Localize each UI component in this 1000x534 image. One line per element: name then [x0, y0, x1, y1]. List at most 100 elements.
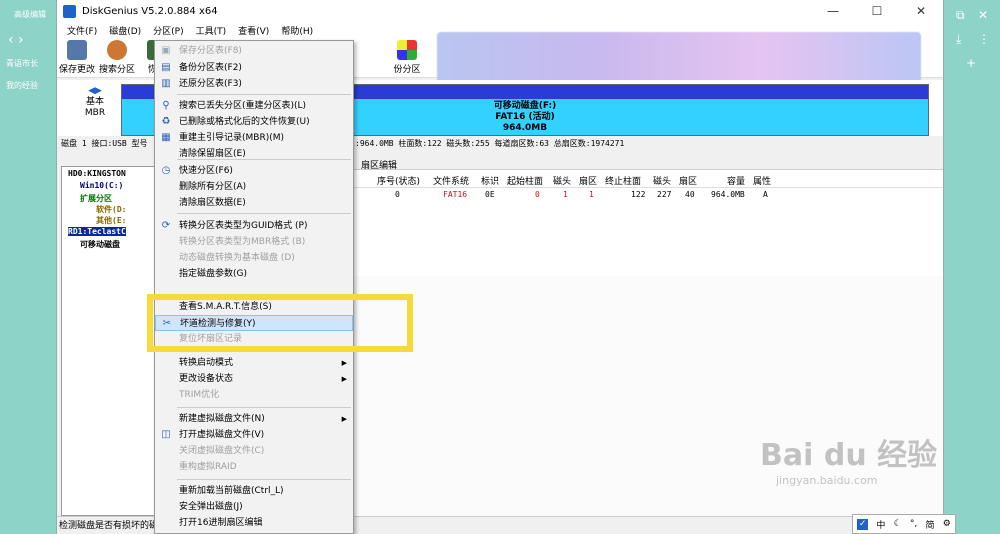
tree-software[interactable]: 软件(D:	[96, 204, 126, 215]
app-icon	[63, 4, 76, 18]
disk-info-right: :964.0MB 柱面数:122 磁头数:255 每道扇区数:63 总扇区数:1…	[355, 139, 625, 148]
context-menu-item: 动态磁盘转换为基本磁盘 (D)	[155, 250, 353, 266]
context-menu-item[interactable]: 重建主引导记录(MBR)(M) ▦	[155, 130, 353, 146]
menu-item-label: 重构虚拟RAID	[179, 462, 237, 472]
backup-partition-button[interactable]: 份分区	[389, 40, 425, 75]
context-menu-item[interactable]: 新建虚拟磁盘文件(N) ▶	[155, 411, 353, 427]
more-icon[interactable]: ⋮	[978, 32, 990, 46]
menu-item-label: TRIM优化	[179, 390, 220, 400]
disk-mode-basic: 基本	[85, 97, 104, 107]
quick-partition-icon: ◷	[161, 165, 171, 176]
bookmark-item[interactable]: 我的经验	[6, 80, 38, 91]
mbr-icon: ▦	[161, 132, 171, 143]
menu-item-label: 更改设备状态	[179, 374, 234, 384]
col-start-cyl: 起始柱面	[507, 177, 544, 187]
punct-icon[interactable]: °,	[910, 519, 917, 529]
menu-help[interactable]: 帮助(H)	[275, 24, 319, 37]
menu-disk[interactable]: 磁盘(D)	[103, 24, 147, 37]
menu-item-label: 转换分区表类型为MBR格式 (B)	[179, 237, 306, 247]
menu-item-label: 打开16进制扇区编辑	[179, 518, 263, 528]
restore-icon: ▥	[161, 78, 171, 89]
baidu-watermark: Bai du 经验 jingyan.baidu.com	[760, 430, 937, 487]
col-head: 磁头	[553, 177, 572, 187]
tree-hd0[interactable]: HD0:KINGSTON	[68, 169, 126, 178]
context-menu-item[interactable]: 重新加载当前磁盘(Ctrl_L)	[155, 483, 353, 499]
watermark-sub: jingyan.baidu.com	[776, 474, 878, 487]
tree-extended[interactable]: 扩展分区	[80, 193, 112, 204]
menu-item-label: 指定磁盘参数(G)	[179, 269, 247, 279]
menu-separator	[177, 479, 351, 480]
search-label: 搜索分区	[99, 65, 136, 75]
tree-rd1[interactable]: RD1:TeclastC	[68, 227, 126, 236]
context-menu-item[interactable]: 更改设备状态 ▶	[155, 371, 353, 387]
recover-icon: ♻	[161, 116, 171, 127]
menu-item-label: 安全弹出磁盘(J)	[179, 502, 243, 512]
context-menu-item: 转换分区表类型为MBR格式 (B)	[155, 234, 353, 250]
browser-tab[interactable]: 高级编辑	[14, 9, 46, 20]
context-menu-item[interactable]: 转换分区表类型为GUID格式 (P) ⟳	[155, 218, 353, 234]
disk-mode: ◀▶ 基本 MBR	[75, 86, 115, 119]
backup-icon: ▤	[161, 62, 171, 73]
menu-item-label: 动态磁盘转换为基本磁盘 (D)	[179, 253, 295, 263]
copy-icon[interactable]: ⧉	[956, 8, 965, 23]
context-menu-item[interactable]: 打开虚拟磁盘文件(V) ◫	[155, 427, 353, 443]
browser-right-strip: ⧉ ✕ ⤓ ⋮ +	[944, 0, 1000, 534]
watermark-main: Bai du 经验	[760, 438, 938, 473]
col-sector2: 扇区	[679, 177, 698, 187]
back-forward-icon[interactable]: ‹ ›	[8, 32, 24, 48]
menu-item-label: 转换分区表类型为GUID格式 (P)	[179, 221, 308, 231]
tree-other[interactable]: 其他(E:	[96, 215, 126, 226]
menu-item-label: 删除所有分区(A)	[179, 182, 247, 192]
tree-win10[interactable]: Win10(C:)	[80, 181, 123, 190]
menu-tools[interactable]: 工具(T)	[190, 24, 233, 37]
tab-sector-edit[interactable]: 扇区编辑	[361, 158, 397, 171]
menu-item-label: 备份分区表(F2)	[179, 63, 242, 73]
col-capacity: 容量	[727, 177, 746, 187]
context-menu-item[interactable]: 安全弹出磁盘(J)	[155, 499, 353, 515]
col-id: 标识	[481, 177, 500, 187]
tree-removable[interactable]: 可移动磁盘	[80, 239, 120, 250]
status-text: 检测磁盘是否有损坏的磁	[59, 521, 159, 531]
context-menu-item[interactable]: 清除保留扇区(E)	[155, 146, 353, 162]
plus-icon[interactable]: +	[966, 56, 976, 70]
context-menu-item: 关闭虚拟磁盘文件(C)	[155, 443, 353, 459]
close-icon[interactable]: ✕	[978, 8, 988, 22]
context-menu-item: 保存分区表(F8) ▣	[155, 43, 353, 59]
submenu-arrow-icon: ▶	[341, 415, 347, 423]
menu-view[interactable]: 查看(V)	[232, 24, 275, 37]
cell-head2: 227	[657, 190, 672, 199]
context-menu-item[interactable]: 还原分区表(F3) ▥	[155, 76, 353, 92]
moon-icon[interactable]: ☾	[894, 519, 902, 529]
context-menu-item[interactable]: 指定磁盘参数(G)	[155, 266, 353, 282]
cell-end-cyl: 122	[631, 190, 646, 199]
context-menu-item[interactable]: 备份分区表(F2) ▤	[155, 60, 353, 76]
search-partition-button[interactable]: 搜索分区	[99, 40, 135, 75]
download-icon[interactable]: ⤓	[956, 32, 961, 47]
highlight-box	[147, 294, 413, 352]
convert-icon: ⟳	[161, 220, 171, 231]
close-button[interactable]: ✕	[899, 4, 943, 18]
check-icon[interactable]: ✓	[857, 518, 869, 530]
menu-item-label: 转换启动模式	[179, 358, 234, 368]
menu-separator	[177, 407, 351, 408]
context-menu-item[interactable]: 打开16进制扇区编辑	[155, 515, 353, 531]
cell-capacity: 964.0MB	[711, 190, 745, 199]
ime-mode[interactable]: 中	[876, 518, 885, 531]
gear-icon[interactable]: ⚙	[943, 519, 951, 529]
nav-arrows-icon[interactable]: ◀▶	[75, 86, 115, 97]
menu-partition[interactable]: 分区(P)	[147, 24, 189, 37]
menu-item-label: 新建虚拟磁盘文件(N)	[179, 414, 265, 424]
context-menu-item[interactable]: 删除所有分区(A)	[155, 179, 353, 195]
context-menu-item[interactable]: 搜索已丢失分区(重建分区表)(L) ⚲	[155, 98, 353, 114]
simplified-label[interactable]: 简	[926, 518, 935, 531]
context-menu-item[interactable]: 转换启动模式 ▶	[155, 355, 353, 371]
maximize-button[interactable]: ☐	[855, 4, 899, 18]
bookmark-item[interactable]: 青语市长	[6, 58, 38, 69]
save-button[interactable]: 保存更改	[59, 40, 95, 75]
context-menu-item[interactable]: 清除扇区数据(E)	[155, 195, 353, 211]
minimize-button[interactable]: —	[811, 4, 855, 18]
context-menu-item[interactable]: 已删除或格式化后的文件恢复(U) ♻	[155, 114, 353, 130]
menu-item-label: 重建主引导记录(MBR)(M)	[179, 133, 285, 143]
menu-file[interactable]: 文件(F)	[61, 24, 103, 37]
context-menu-item[interactable]: 快速分区(F6) ◷	[155, 163, 353, 179]
